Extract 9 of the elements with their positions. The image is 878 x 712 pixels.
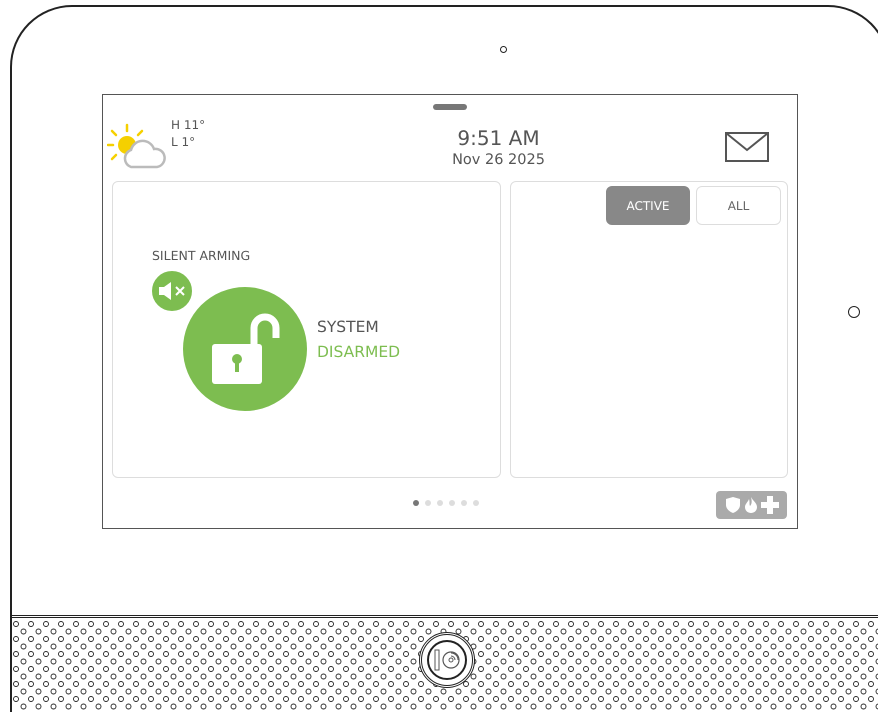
filter-tab[interactable]: ACTIVE — [606, 186, 690, 225]
clock-date: Nov 26 2025 — [452, 152, 545, 168]
high-temperature: H 11° — [171, 117, 206, 134]
system-status: DISARMED — [317, 342, 400, 363]
silent-arming-label: SILENT ARMING — [152, 248, 252, 263]
system-label: SYSTEM — [317, 317, 380, 338]
clock-time: 9:51 AM — [457, 126, 540, 150]
low-temperature: L 1° — [171, 134, 196, 151]
filter-tab[interactable]: ALL — [696, 186, 781, 225]
